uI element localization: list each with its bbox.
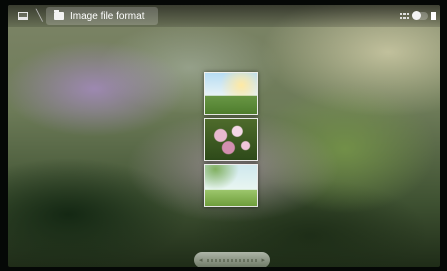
view-mode-toggle[interactable] [400, 9, 438, 23]
view-switch[interactable] [412, 11, 428, 20]
breadcrumb-label: Image file format [70, 10, 145, 22]
gallery-screen: ╲ Image file format ◂ ▸ [8, 5, 440, 267]
chevron-right-icon: ╲ [36, 10, 43, 22]
thumbnail-photo [205, 119, 257, 160]
home-icon [18, 12, 28, 20]
thumbnail-photo [205, 165, 257, 206]
scrollbar-grip[interactable] [206, 258, 258, 262]
image-thumbnail-1[interactable] [204, 72, 258, 115]
scroll-right-icon[interactable]: ▸ [261, 257, 265, 264]
home-button[interactable] [10, 7, 36, 25]
image-thumbnail-2[interactable] [204, 118, 258, 161]
thumbnail-photo [205, 73, 257, 114]
breadcrumb[interactable]: Image file format [46, 7, 158, 25]
image-thumbnail-3[interactable] [204, 164, 258, 207]
switch-knob [412, 11, 421, 20]
grid-view-icon [400, 13, 409, 19]
top-bar: ╲ Image file format [8, 5, 440, 27]
horizontal-scrollbar[interactable]: ◂ ▸ [194, 252, 270, 267]
folder-icon [54, 10, 64, 20]
scroll-left-icon[interactable]: ◂ [199, 257, 203, 264]
list-view-icon [431, 12, 436, 20]
